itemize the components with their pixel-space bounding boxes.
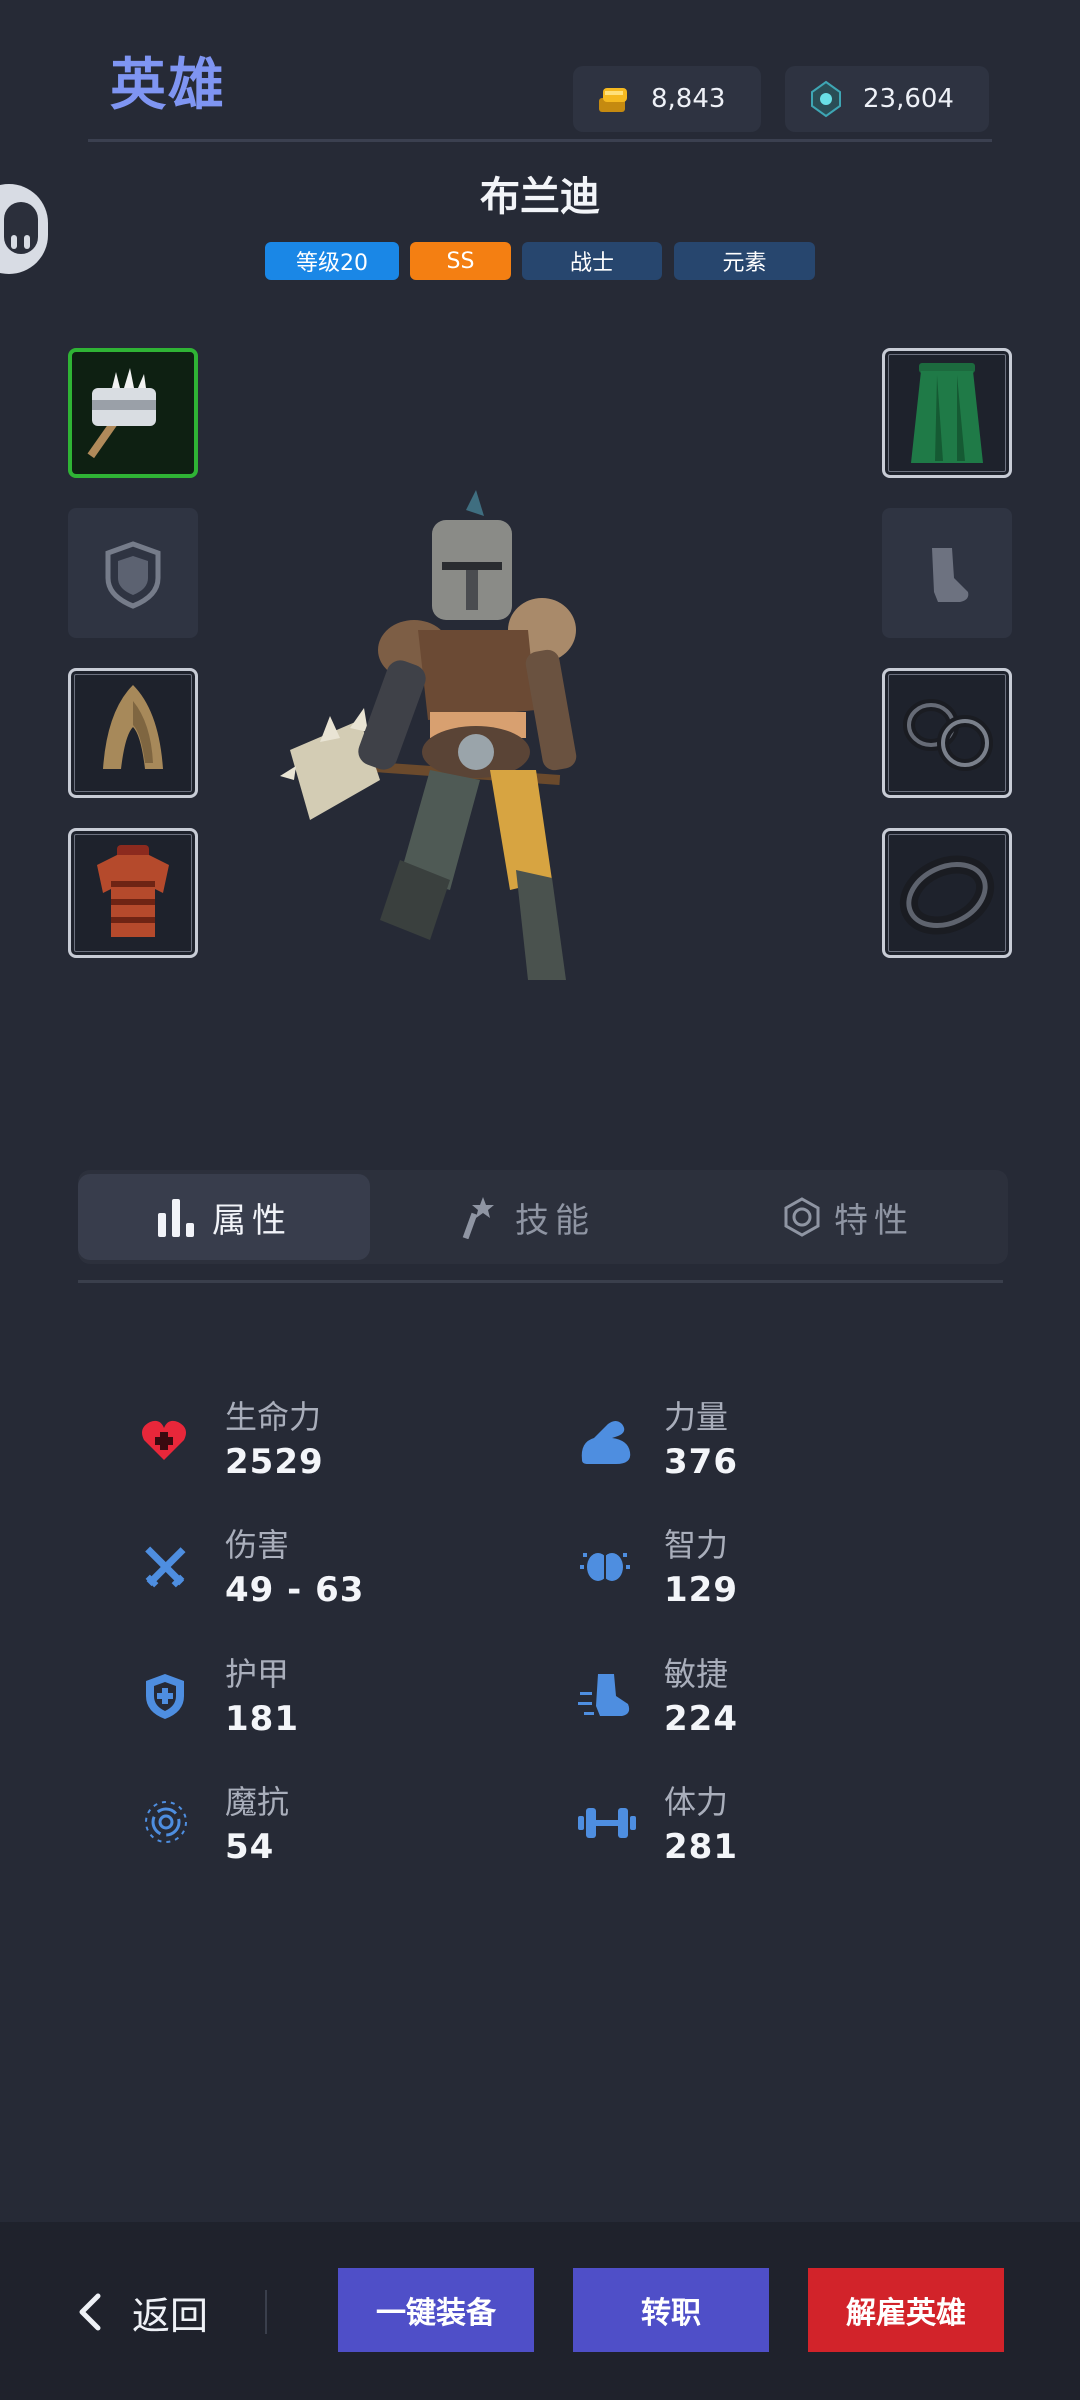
gold-icon — [595, 80, 633, 118]
strength-label: 力量 — [664, 1398, 729, 1436]
shield-icon — [68, 541, 198, 642]
magic-wand-icon — [461, 1195, 503, 1240]
damage-value: 49 - 63 — [225, 1570, 365, 1610]
heart-icon — [140, 1418, 188, 1466]
ring-slot[interactable] — [882, 668, 1012, 798]
magic-resist-icon — [144, 1800, 188, 1848]
helmet-slot[interactable] — [68, 668, 198, 798]
chest-slot[interactable] — [68, 828, 198, 958]
level-tag: 等级20 — [265, 242, 399, 280]
class-tag: 战士 — [522, 242, 662, 280]
intellect-label: 智力 — [664, 1526, 729, 1564]
header-divider — [88, 139, 992, 142]
boots-slot[interactable] — [882, 508, 1012, 638]
agility-boot-icon — [578, 1670, 634, 1724]
dumbbell-icon — [578, 1806, 636, 1844]
cloak-icon — [885, 363, 1009, 479]
change-class-button[interactable]: 转职 — [573, 2268, 769, 2352]
armor-value: 181 — [225, 1699, 299, 1739]
hero-model — [280, 480, 680, 1000]
hammer-icon — [72, 368, 194, 478]
back-label: 返回 — [132, 2293, 209, 2338]
tab-attributes-label: 属性 — [212, 1200, 292, 1241]
rank-tag: SS — [410, 242, 511, 280]
dismiss-hero-button[interactable]: 解雇英雄 — [808, 2268, 1004, 2352]
agility-value: 224 — [664, 1699, 738, 1739]
weapon-slot[interactable] — [68, 348, 198, 478]
bottom-divider — [265, 2290, 267, 2334]
leather-armor-icon — [71, 845, 195, 959]
bar-chart-icon — [156, 1195, 196, 1239]
boot-icon — [882, 548, 1012, 642]
brain-icon — [580, 1544, 630, 1594]
amulet-slot[interactable] — [882, 828, 1012, 958]
stamina-value: 281 — [664, 1827, 738, 1867]
tab-traits[interactable]: 特性 — [718, 1174, 978, 1260]
vitality-value: 2529 — [225, 1442, 324, 1482]
crossed-swords-icon — [142, 1544, 188, 1594]
gem-counter[interactable]: 23,604 — [785, 66, 989, 132]
tab-skills[interactable]: 技能 — [408, 1174, 648, 1260]
amulet-icon — [885, 855, 1009, 959]
strength-value: 376 — [664, 1442, 738, 1482]
cloak-slot[interactable] — [882, 348, 1012, 478]
armor-shield-icon — [144, 1672, 186, 1724]
gold-amount: 8,843 — [651, 84, 726, 114]
stamina-label: 体力 — [664, 1783, 729, 1821]
element-tag: 元素 — [674, 242, 815, 280]
equip-all-button[interactable]: 一键装备 — [338, 2268, 534, 2352]
tab-skills-label: 技能 — [515, 1200, 595, 1241]
rings-icon — [885, 699, 1009, 799]
tab-divider — [78, 1280, 1003, 1283]
gem-amount: 23,604 — [863, 84, 954, 114]
intellect-value: 129 — [664, 1570, 738, 1610]
magic-resist-label: 魔抗 — [225, 1783, 290, 1821]
vitality-label: 生命力 — [225, 1398, 322, 1436]
hero-name: 布兰迪 — [480, 174, 600, 220]
hood-icon — [71, 685, 195, 799]
tab-bar: 属性 技能 特性 — [78, 1170, 1008, 1264]
gem-icon — [807, 80, 845, 118]
tab-traits-label: 特性 — [834, 1200, 914, 1241]
offhand-slot[interactable] — [68, 508, 198, 638]
back-button[interactable]: 返回 — [76, 2284, 208, 2340]
magic-resist-value: 54 — [225, 1827, 275, 1867]
agility-label: 敏捷 — [664, 1655, 729, 1693]
damage-label: 伤害 — [225, 1526, 290, 1564]
armor-label: 护甲 — [225, 1655, 290, 1693]
gold-counter[interactable]: 8,843 — [573, 66, 761, 132]
tab-attributes[interactable]: 属性 — [78, 1174, 370, 1260]
trait-emblem-icon — [782, 1197, 822, 1237]
strength-arm-icon — [578, 1416, 634, 1470]
chevron-left-icon — [76, 2292, 104, 2332]
page-title: 英雄 — [110, 53, 226, 118]
